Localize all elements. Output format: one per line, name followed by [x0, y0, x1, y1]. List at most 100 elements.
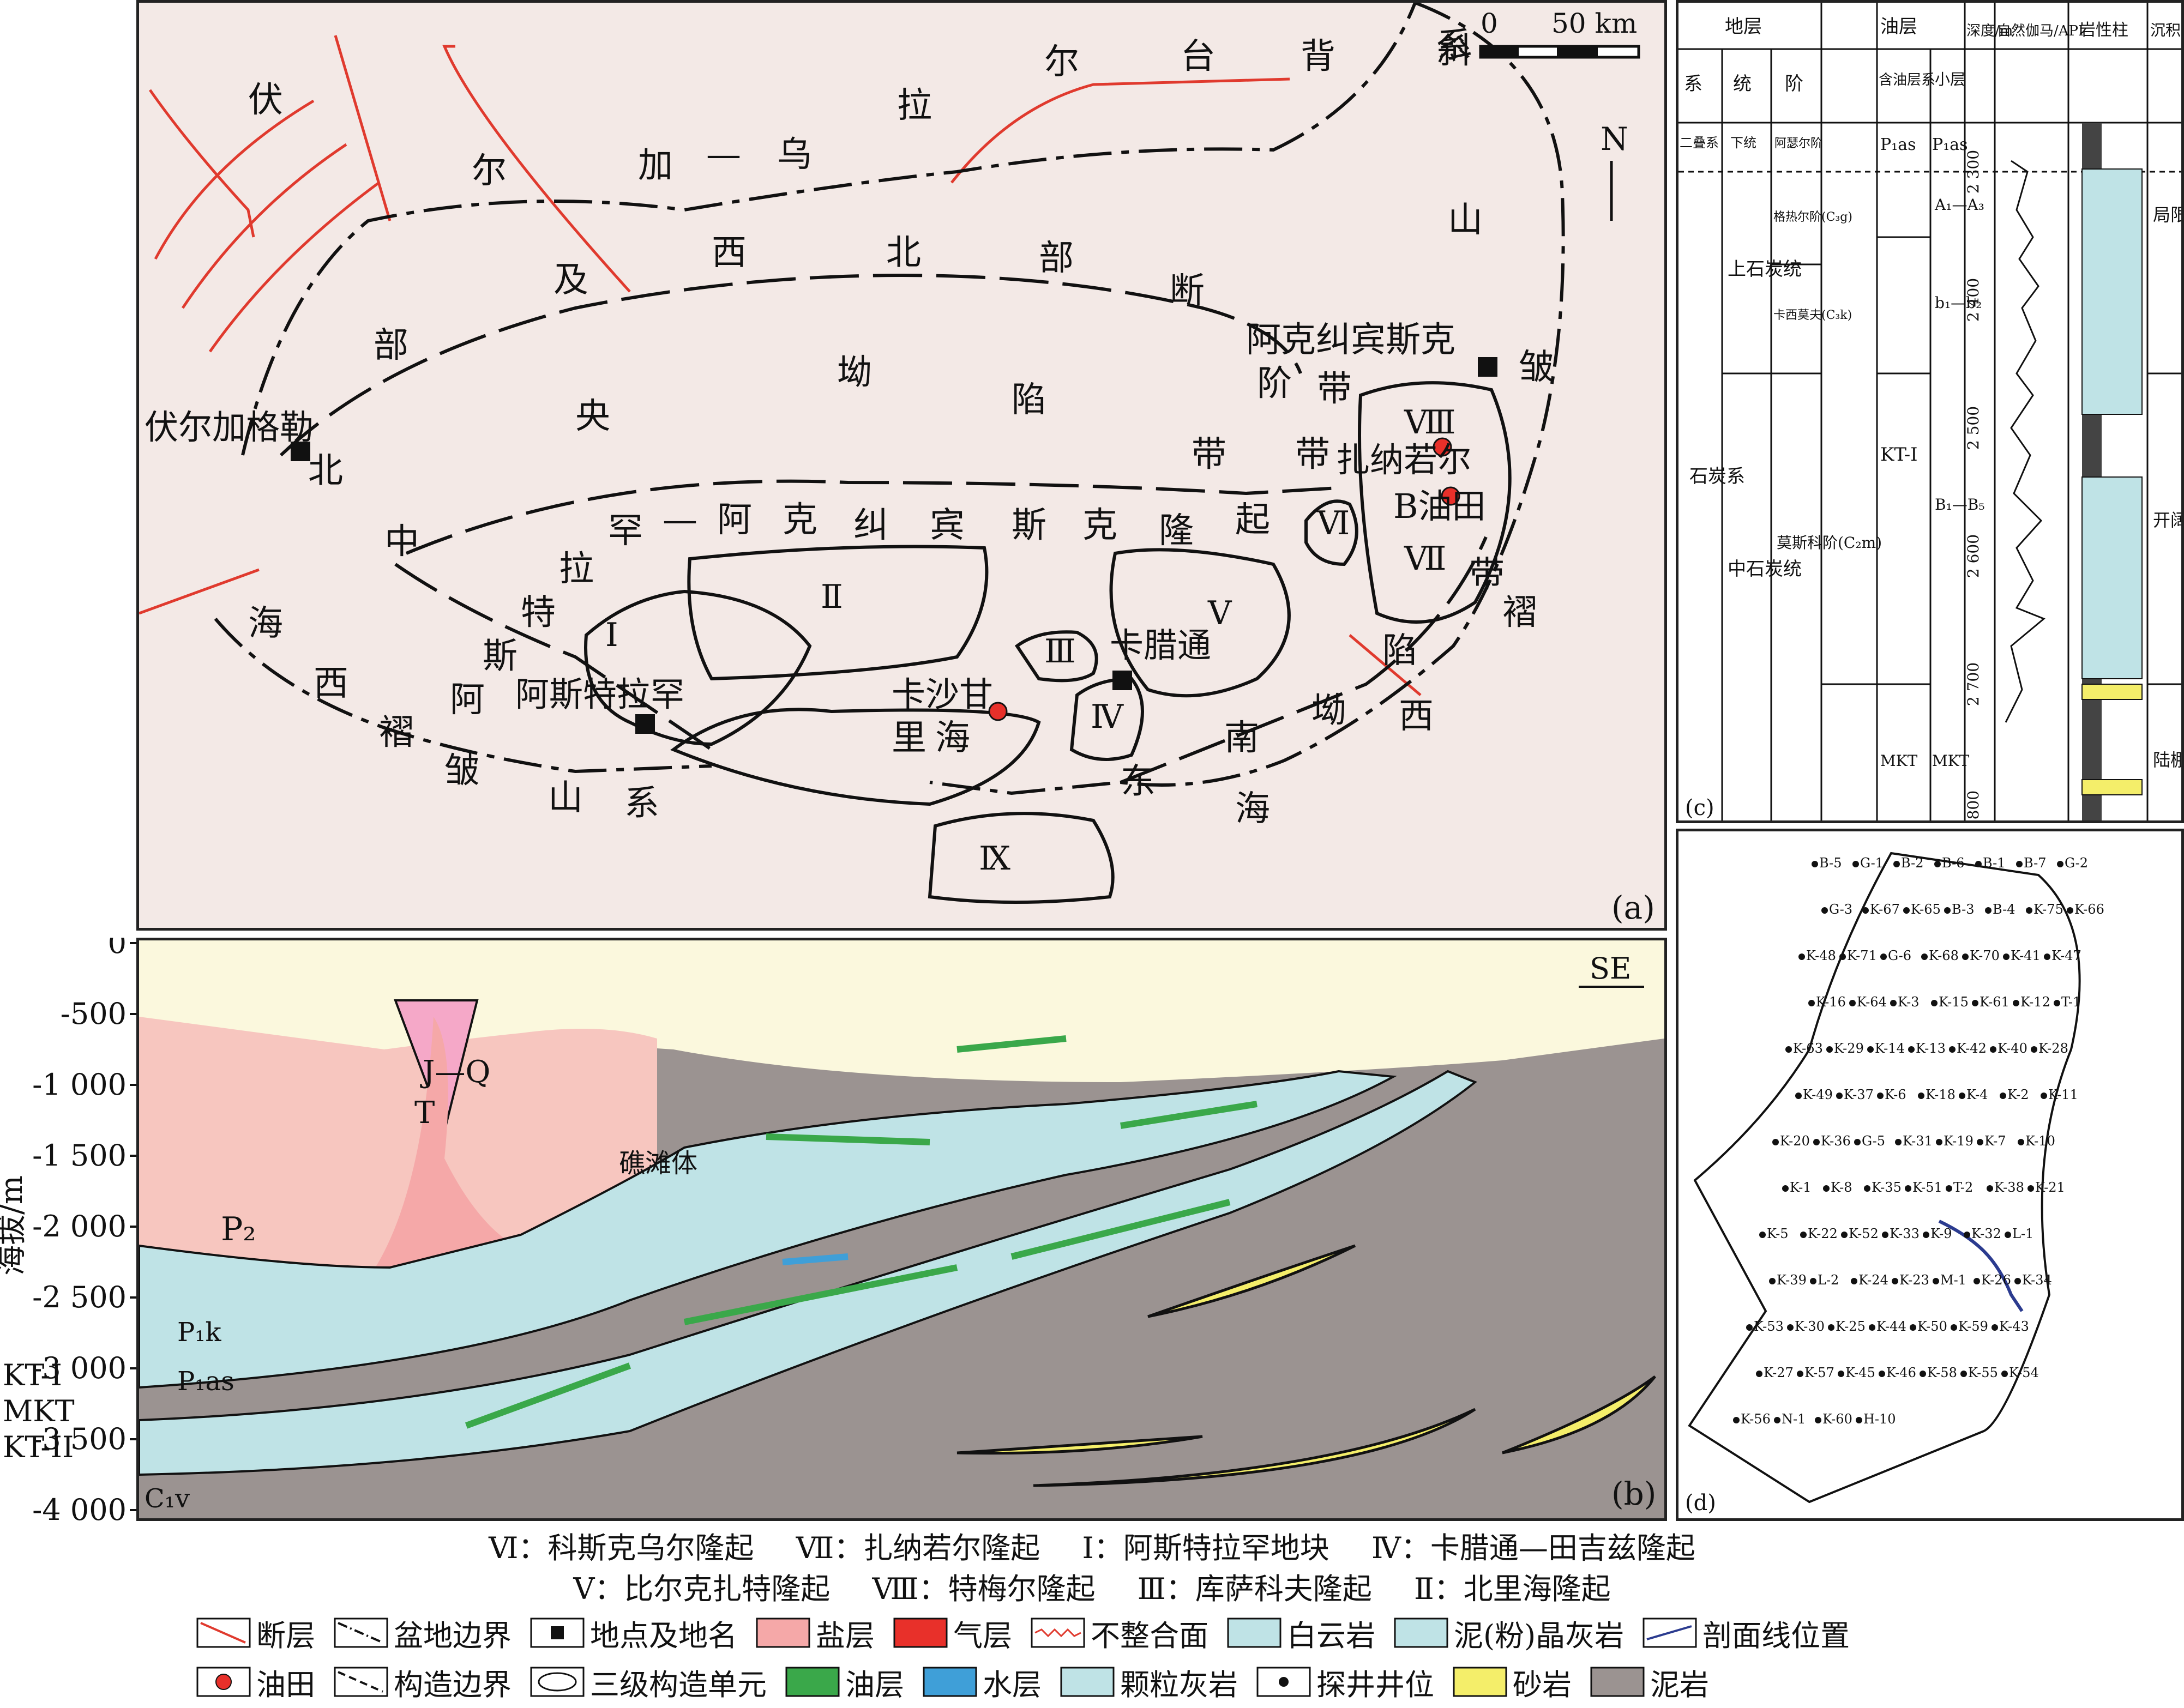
well-dot	[2014, 1278, 2021, 1284]
well-dot	[1933, 1278, 1939, 1284]
section-canvas: J—Q T P₂ P₁k P₁as C₁v 礁滩体 SE (b)	[138, 951, 1664, 1518]
well-label: K-50	[1917, 1319, 1947, 1334]
well-label: K-49	[1803, 1087, 1833, 1102]
svg-text:克: 克	[783, 500, 817, 540]
ytick-label: -2 000	[32, 1209, 127, 1244]
well-label: K-4	[1966, 1087, 1988, 1102]
legend-place: 地点及地名	[530, 1612, 737, 1655]
well-label: K-52	[1849, 1226, 1879, 1241]
unit-legend-row-1: Ⅵ：科斯克乌尔隆起 Ⅶ：扎纳若尔隆起 Ⅰ：阿斯特拉罕地块 Ⅳ：卡腊通—田吉兹隆起	[0, 1524, 2184, 1567]
svg-text:特: 特	[521, 593, 556, 633]
well-dot	[1785, 1046, 1792, 1053]
svg-text:—: —	[663, 500, 697, 540]
sand-band-2	[2081, 779, 2143, 795]
b-oil-field: B油田	[1393, 486, 1486, 526]
sand-band-1	[2081, 684, 2143, 700]
t-label: T	[414, 1095, 435, 1131]
hdr-series: 统	[1733, 73, 1752, 95]
svg-text:皱: 皱	[1519, 347, 1554, 388]
well-dot	[1908, 1046, 1915, 1053]
unit-legend-row-2: Ⅴ：比尔克扎特隆起 Ⅷ：特梅尔隆起 Ⅲ：库萨科夫隆起 Ⅱ：北里海隆起	[0, 1565, 2184, 1608]
well-dot	[1756, 1371, 1762, 1377]
unit-IV: Ⅳ	[1091, 698, 1124, 736]
legend-well: 探井井位	[1256, 1661, 1434, 1704]
well-label: K-64	[1857, 994, 1887, 1010]
well-label: K-37	[1844, 1087, 1874, 1102]
svg-text:南: 南	[1224, 718, 1259, 758]
sub-bb: B₁—B₅	[1935, 496, 1985, 514]
well-dot	[2031, 1046, 2037, 1053]
legend-salt: 盐层	[756, 1612, 875, 1655]
svg-text:皱: 皱	[444, 751, 479, 791]
svg-text:克: 克	[1082, 505, 1117, 546]
symbol-legend-row-1: 断层 盆地边界 地点及地名 盐层 气层 不整合面 白云岩 泥(粉)晶灰岩 剖面线…	[196, 1612, 1868, 1655]
legend-gas: 气层	[893, 1612, 1012, 1655]
svg-text:海: 海	[1235, 789, 1270, 829]
panel-d-label: (d)	[1685, 1490, 1716, 1516]
north-arrow: N	[1601, 120, 1628, 221]
pk-label: P₁k	[177, 1317, 222, 1348]
well-label: K-3	[1898, 994, 1920, 1010]
well-dot	[1921, 953, 1928, 960]
depth-tick-label: 2 800	[1964, 790, 1982, 820]
panel-a-map: 0 50 km N 伏尔加格勒 阿斯特拉罕 卡腊通 卡沙甘 扎纳若尔 B油田 Ⅰ	[136, 0, 1667, 931]
well-label: K-33	[1890, 1226, 1920, 1241]
well-label: K-63	[1793, 1041, 1823, 1056]
svg-text:伏: 伏	[248, 80, 283, 120]
well-dot	[1841, 1232, 1848, 1238]
unit-II: Ⅱ	[821, 578, 843, 616]
well-label: K-41	[2011, 948, 2041, 963]
well-dot	[1852, 861, 1859, 867]
micrite-icon	[1394, 1618, 1448, 1648]
unit-legend-6: Ⅵ：科斯克乌尔隆起	[489, 1531, 754, 1565]
reef-label: 礁滩体	[619, 1148, 697, 1179]
grainstone-icon	[1060, 1667, 1115, 1697]
well-label: K-59	[1958, 1319, 1988, 1334]
gamma-ray-curve	[2005, 160, 2045, 723]
well-label: G-2	[2065, 855, 2088, 871]
well-dot	[1849, 1000, 1856, 1006]
svg-text:山: 山	[548, 778, 583, 818]
panel-b-section: J—Q T P₂ P₁k P₁as C₁v 礁滩体 SE (b)	[136, 938, 1667, 1521]
perm-system: 二叠系	[1680, 135, 1719, 150]
well-label: K-70	[1970, 948, 2000, 963]
well-dot	[2067, 907, 2073, 914]
city-karaton: 卡腊通	[1110, 625, 1211, 665]
panel-d-wellmap: B-5 G-1 B-2 B-6 B-1 B-7 G-2 G-3 K-67 K-65 B-3 B-4 K-…	[1676, 829, 2184, 1521]
well-label: K-46	[1886, 1365, 1916, 1380]
legend-mudstone: 泥岩	[1590, 1661, 1709, 1704]
scale-zero: 0	[1481, 8, 1498, 39]
well-label: K-45	[1845, 1365, 1875, 1380]
svg-text:褶: 褶	[379, 713, 414, 753]
well-dot	[1821, 907, 1828, 914]
hdr-strata: 地层	[1725, 16, 1762, 38]
well-dot	[2005, 1232, 2011, 1238]
oilset-kt1: KT-I	[1880, 444, 1918, 466]
well-dot	[1936, 1139, 1942, 1145]
well-dot	[1987, 1185, 1993, 1192]
c1v-label: C₁v	[145, 1483, 190, 1514]
well-label: K-71	[1847, 948, 1877, 963]
svg-text:西: 西	[712, 233, 747, 273]
well-label: K-18	[1926, 1087, 1956, 1102]
hdr-gamma: 自然伽马/API	[1997, 23, 2084, 39]
perm-series: 下统	[1730, 135, 1756, 150]
well-label: K-30	[1795, 1319, 1825, 1334]
well-label: K-36	[1821, 1133, 1851, 1149]
well-dot	[1869, 1324, 1875, 1331]
well-label: K-7	[1984, 1133, 2006, 1149]
well-markers: B-5 G-1 B-2 B-6 B-1 B-7 G-2 G-3 K-67 K-65 B-3 B-4 K-…	[1733, 855, 2104, 1427]
well-dot	[1985, 907, 1992, 914]
svg-text:尔: 尔	[472, 151, 507, 191]
svg-text:尔: 尔	[1044, 42, 1079, 82]
well-label: K-42	[1957, 1041, 1987, 1056]
well-dot	[1826, 1046, 1833, 1053]
hdr-system: 系	[1684, 73, 1702, 95]
direction-label: SE	[1590, 951, 1631, 986]
well-dot	[1798, 953, 1805, 960]
map-canvas: 0 50 km N 伏尔加格勒 阿斯特拉罕 卡腊通 卡沙甘 扎纳若尔 B油田 Ⅰ	[139, 1, 1655, 926]
sub-a: A₁—A₃	[1934, 196, 1984, 214]
well-dot	[1974, 1278, 1980, 1284]
well-label: K-5	[1767, 1226, 1789, 1241]
oil-field-markers	[988, 437, 1460, 721]
